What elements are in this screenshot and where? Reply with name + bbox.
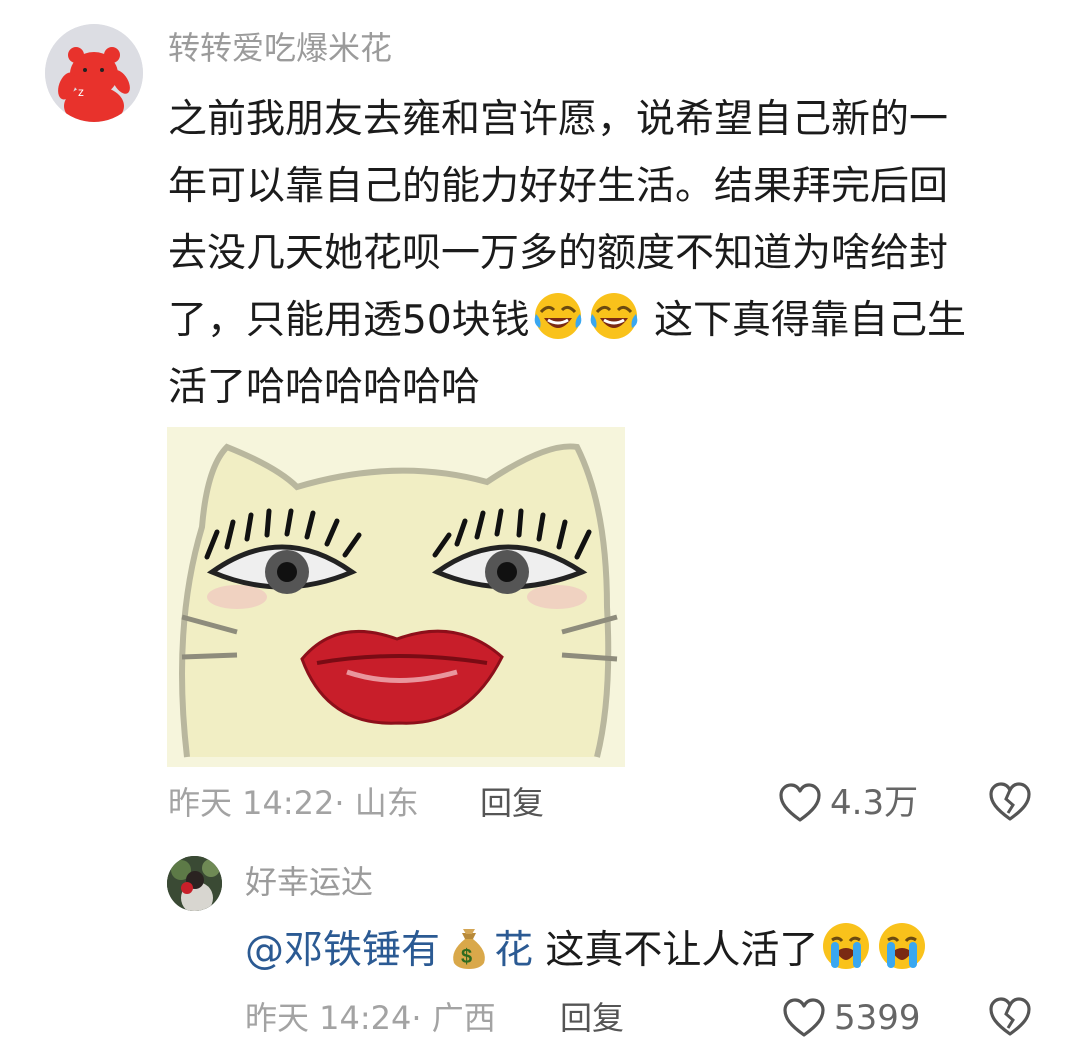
reply-time-location: 昨天 14:24· 广西 bbox=[245, 999, 496, 1037]
reply-button[interactable]: 回复 bbox=[480, 780, 544, 826]
comment-line: 了，只能用透50块钱 这下真得靠自己生 bbox=[168, 287, 1048, 354]
heart-icon bbox=[778, 783, 822, 823]
mention-suffix[interactable]: 花 bbox=[494, 928, 533, 973]
laughing-crying-emoji-icon bbox=[532, 290, 584, 342]
loudly-crying-emoji-icon bbox=[820, 920, 872, 972]
hello-kitty-lips-meme-image bbox=[167, 427, 625, 767]
comment-text: 之前我朋友去雍和宫许愿，说希望自己新的一 年可以靠自己的能力好好生活。结果拜完后… bbox=[168, 86, 1048, 421]
username[interactable]: 转转爱吃爆米花 bbox=[168, 26, 392, 70]
reply-user-avatar[interactable] bbox=[167, 856, 222, 911]
heart-icon bbox=[782, 998, 826, 1038]
svg-text:z: z bbox=[78, 85, 84, 99]
comment-line: 年可以靠自己的能力好好生活。结果拜完后回 bbox=[168, 164, 949, 209]
reply-username[interactable]: 好幸运达 bbox=[245, 860, 373, 904]
comment-line: 去没几天她花呗一万多的额度不知道为啥给封 bbox=[168, 231, 949, 276]
broken-heart-icon[interactable] bbox=[988, 781, 1032, 823]
svg-text:$: $ bbox=[461, 946, 472, 968]
red-bear-avatar-image: z bbox=[45, 24, 143, 122]
comment-line-part: 这下真得靠自己生 bbox=[641, 298, 967, 343]
money-bag-icon: $ bbox=[448, 925, 490, 971]
reply-text: @邓铁锤有 $ 花 这真不让人活了 bbox=[245, 920, 930, 981]
broken-heart-icon[interactable] bbox=[988, 996, 1032, 1038]
reply-reply-button[interactable]: 回复 bbox=[560, 995, 624, 1041]
meme-image[interactable] bbox=[167, 427, 625, 767]
loudly-crying-emoji-icon bbox=[876, 920, 928, 972]
like-button[interactable]: 4.3万 bbox=[778, 780, 918, 826]
laughing-crying-emoji-icon bbox=[588, 290, 640, 342]
comment-line-part: 了，只能用透50块钱 bbox=[168, 298, 530, 343]
reply-like-button[interactable]: 5399 bbox=[782, 995, 921, 1041]
reply-like-count: 5399 bbox=[834, 998, 921, 1038]
comment-line: 之前我朋友去雍和宫许愿，说希望自己新的一 bbox=[168, 97, 949, 142]
reply-avatar-image bbox=[167, 856, 222, 911]
mention-link[interactable]: @邓铁锤有 bbox=[245, 928, 440, 973]
reply-message: 这真不让人活了 bbox=[533, 928, 819, 973]
comment-time-location: 昨天 14:22· 山东 bbox=[168, 784, 419, 822]
like-count: 4.3万 bbox=[830, 783, 919, 823]
comment-line: 活了哈哈哈哈哈哈 bbox=[168, 365, 481, 410]
user-avatar[interactable]: z bbox=[45, 24, 143, 122]
